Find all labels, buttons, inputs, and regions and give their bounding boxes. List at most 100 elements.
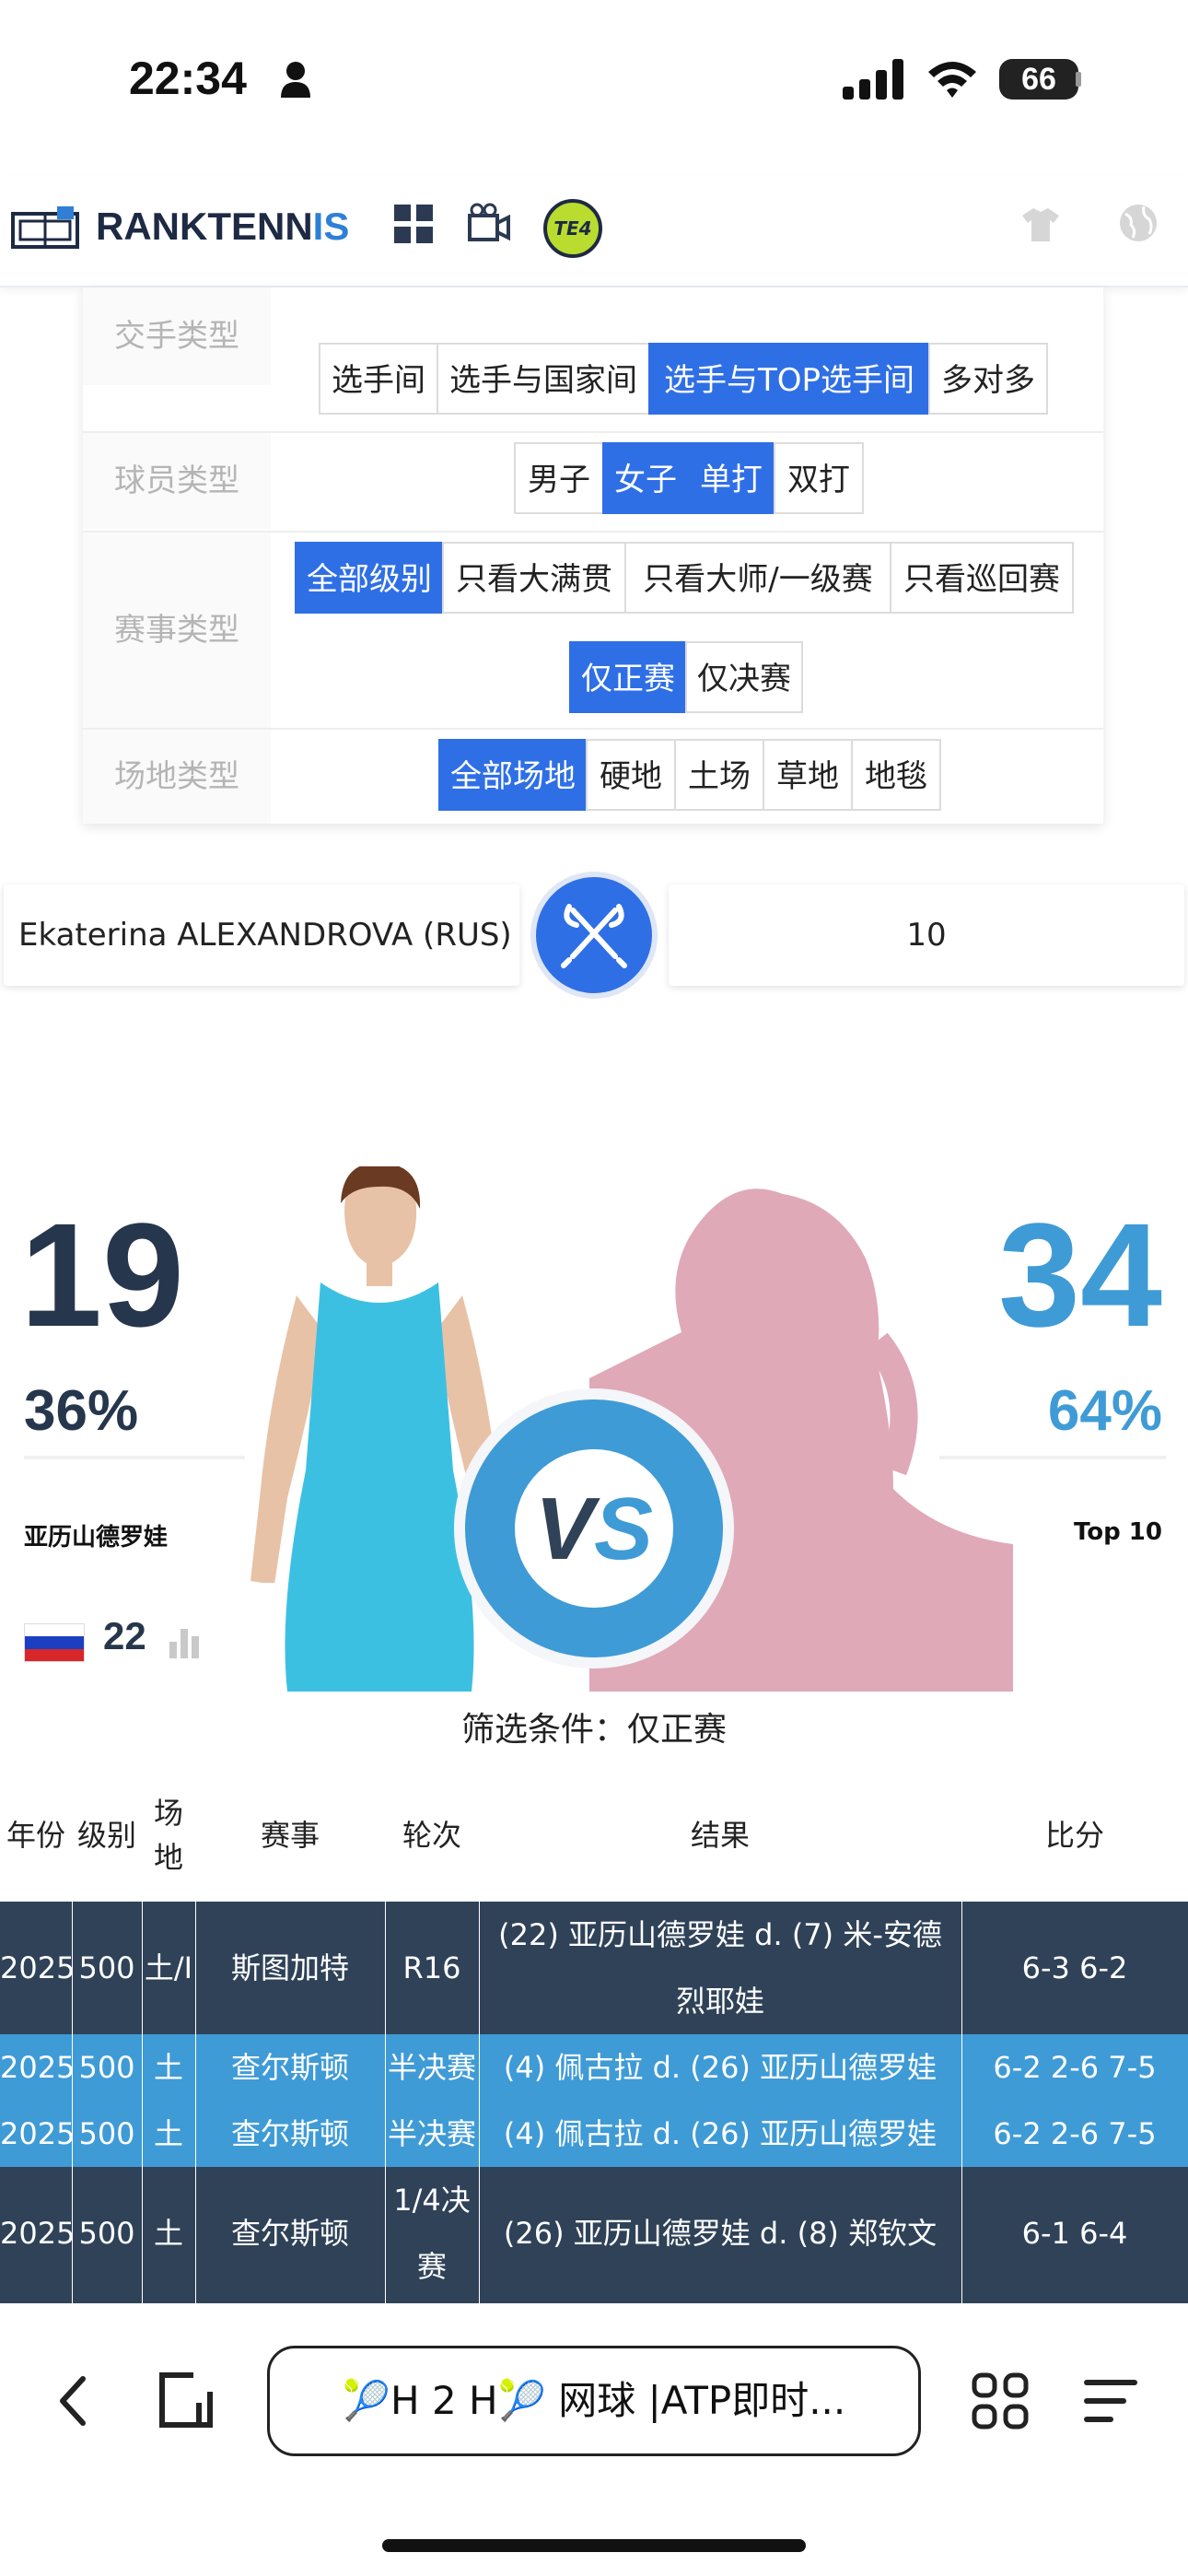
- cell-score: 6-2 2-6 7-5: [961, 2034, 1188, 2101]
- swap-button[interactable]: [536, 877, 652, 993]
- crossed-rackets-icon: [561, 904, 627, 968]
- logo-text-dark: RANKTENN: [96, 205, 313, 248]
- col-header-result[interactable]: 结果: [479, 1769, 961, 1902]
- menu-icon[interactable]: [1083, 2377, 1138, 2425]
- chip-tour-only[interactable]: 只看巡回赛: [890, 542, 1074, 614]
- battery-cap: [1076, 72, 1081, 87]
- chip-masters-only[interactable]: 只看大师/一级赛: [624, 542, 891, 614]
- cell-result[interactable]: (22) 亚历山德罗娃 d. (7) 米-安德烈耶娃: [479, 1902, 962, 2034]
- cell-year: 2025: [0, 2034, 73, 2101]
- cell-event[interactable]: 斯图加特: [195, 1902, 386, 2034]
- cell-surface: 土: [142, 2034, 196, 2101]
- apps-grid-icon[interactable]: [971, 2371, 1030, 2430]
- te4-badge[interactable]: TE4: [543, 199, 602, 258]
- cell-event[interactable]: 查尔斯顿: [195, 2167, 386, 2300]
- vs-label-s: S: [594, 1480, 653, 1578]
- col-header-score[interactable]: 比分: [961, 1769, 1188, 1902]
- cell-event[interactable]: 查尔斯顿: [195, 2034, 386, 2101]
- person-icon: [279, 61, 312, 98]
- cell-year: 2025: [0, 2101, 73, 2167]
- shirt-icon[interactable]: [1020, 206, 1061, 243]
- left-divider: [24, 1456, 245, 1459]
- chip-player-vs-top[interactable]: 选手与TOP选手间: [648, 343, 930, 415]
- cell-round: 半决赛: [385, 2034, 480, 2101]
- chip-all-levels[interactable]: 全部级别: [295, 542, 444, 614]
- cell-surface: 土: [142, 2101, 196, 2167]
- filter-caption: 筛选条件：仅正赛: [460, 1711, 727, 1749]
- versus-panel: 19 34 36% 64% 亚历山德罗娃 Top 10 22 VS: [0, 1157, 1188, 1692]
- left-player-rank: 22: [103, 1614, 146, 1657]
- globe-icon[interactable]: [1118, 203, 1159, 243]
- cell-result[interactable]: (4) 佩古拉 d. (26) 亚历山德罗娃: [479, 2034, 962, 2101]
- address-bar[interactable]: 🎾H 2 H🎾 网球 |ATP即时...: [267, 2346, 921, 2456]
- chip-hard[interactable]: 硬地: [586, 739, 676, 811]
- right-divider: [939, 1456, 1166, 1459]
- col-header-level[interactable]: 级别: [72, 1769, 142, 1902]
- chip-finals-only[interactable]: 仅决赛: [685, 641, 803, 713]
- home-indicator[interactable]: [382, 2539, 806, 2552]
- table-row[interactable]: 2025 500 土/I 斯图加特 R16 (22) 亚历山德罗娃 d. (7)…: [0, 1902, 1188, 2034]
- chip-player-vs-country[interactable]: 选手与国家间: [437, 343, 650, 415]
- logo-text[interactable]: RANKTENNIS: [96, 205, 349, 249]
- filter-label-surface-type: 场地类型: [83, 730, 271, 824]
- vs-label-v: V: [535, 1480, 600, 1578]
- table-row[interactable]: 2025 500 土 查尔斯顿 半决赛 (4) 佩古拉 d. (26) 亚历山德…: [0, 2034, 1188, 2101]
- table-row[interactable]: 2025 500 土 查尔斯顿 1/4决赛 (26) 亚历山德罗娃 d. (8)…: [0, 2167, 1188, 2300]
- cell-result[interactable]: (26) 亚历山德罗娃 d. (8) 郑钦文: [479, 2167, 962, 2300]
- cell-level: 500: [72, 1902, 143, 2034]
- cell-result[interactable]: (4) 佩古拉 d. (26) 亚历山德罗娃: [479, 2101, 962, 2167]
- chip-clay[interactable]: 土场: [674, 739, 764, 811]
- cell-surface: 土: [142, 2167, 196, 2300]
- player-input[interactable]: Ekaterina ALEXANDROVA (RUS): [4, 884, 519, 986]
- cell-round: 1/4决赛: [385, 2167, 480, 2300]
- left-win-pct: 36%: [24, 1379, 139, 1443]
- chip-main-draw-only[interactable]: 仅正赛: [569, 641, 687, 713]
- logo-text-blue: IS: [312, 205, 350, 248]
- chip-player-vs-player[interactable]: 选手间: [319, 343, 438, 415]
- chip-grand-slam-only[interactable]: 只看大满贯: [442, 542, 626, 614]
- video-icon[interactable]: [468, 203, 510, 245]
- grid-icon[interactable]: [394, 205, 433, 243]
- chip-all-surfaces[interactable]: 全部场地: [438, 739, 588, 811]
- cell-level: 500: [72, 2101, 143, 2167]
- col-header-event[interactable]: 赛事: [195, 1769, 385, 1902]
- col-header-surface[interactable]: 场地: [142, 1769, 195, 1902]
- right-win-pct: 64%: [1047, 1379, 1162, 1443]
- h2h-table: 年份 级别 场地 赛事 轮次 结果 比分 2025 500 土/I 斯图加特 R…: [0, 1769, 1188, 2336]
- cell-score: 6-1 6-4: [961, 2167, 1188, 2300]
- cell-year: 2025: [0, 1902, 73, 2034]
- chip-many-vs-many[interactable]: 多对多: [928, 343, 1048, 415]
- cell-score: 6-2 2-6 7-5: [961, 2101, 1188, 2167]
- russia-flag-icon: [24, 1623, 85, 1662]
- chip-carpet[interactable]: 地毯: [851, 739, 941, 811]
- chip-singles[interactable]: 单打: [687, 442, 775, 514]
- logo-icon[interactable]: [11, 206, 79, 251]
- cell-year: 2025: [0, 2167, 73, 2300]
- rank-chart-icon[interactable]: [168, 1625, 201, 1658]
- cell-event[interactable]: 查尔斯顿: [195, 2101, 386, 2167]
- cell-surface: 土/I: [142, 1902, 196, 2034]
- battery-indicator: 66: [999, 59, 1078, 100]
- filter-label-player-type: 球员类型: [83, 433, 271, 529]
- table-row[interactable]: 2025 500 土 查尔斯顿 半决赛 (4) 佩古拉 d. (26) 亚历山德…: [0, 2101, 1188, 2167]
- chip-men[interactable]: 男子: [514, 442, 604, 514]
- vs-donut: VS: [451, 1386, 737, 1671]
- signal-icon: [843, 59, 903, 100]
- chip-women[interactable]: 女子: [602, 442, 689, 514]
- filter-label-match-type: 交手类型: [83, 287, 271, 385]
- right-wins: 34: [998, 1192, 1162, 1357]
- chip-grass[interactable]: 草地: [763, 739, 853, 811]
- chip-doubles[interactable]: 双打: [774, 442, 864, 514]
- filter-label-event-type: 赛事类型: [83, 533, 271, 728]
- filter-panel: 交手类型 选手间 选手与国家间 选手与TOP选手间 多对多 球员类型 男子 女子…: [83, 287, 1103, 824]
- col-header-year[interactable]: 年份: [0, 1769, 72, 1902]
- opponent-input[interactable]: 10: [669, 884, 1184, 986]
- tabs-overview-icon[interactable]: [157, 2371, 215, 2430]
- svg-text:VS: VS: [535, 1480, 653, 1578]
- col-header-round[interactable]: 轮次: [385, 1769, 479, 1902]
- status-time: 22:34: [129, 53, 247, 104]
- wifi-icon: [925, 57, 980, 100]
- back-icon[interactable]: [55, 2373, 92, 2429]
- cell-round: R16: [385, 1902, 480, 2034]
- cell-round: 半决赛: [385, 2101, 480, 2167]
